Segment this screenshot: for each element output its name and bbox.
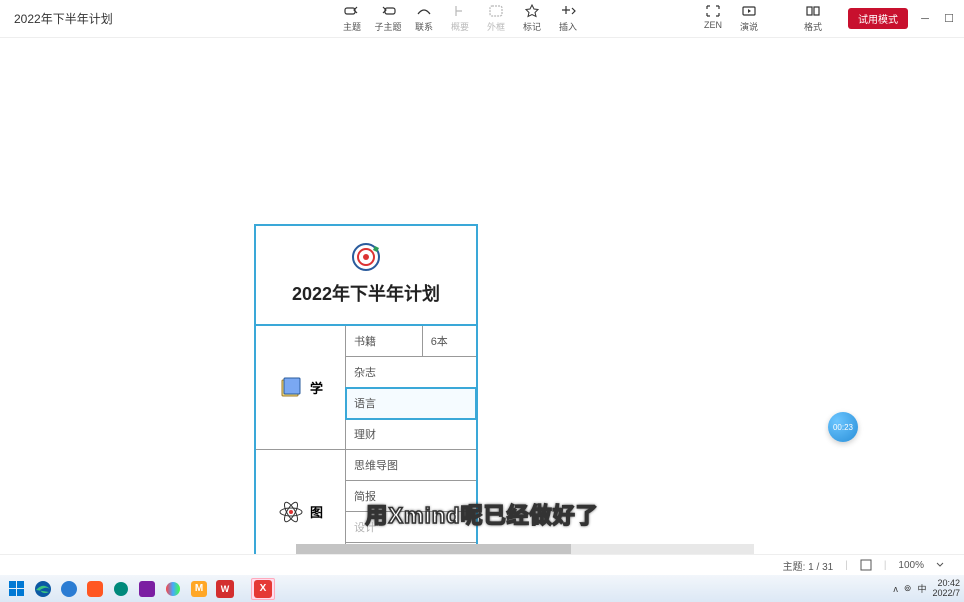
edge-icon[interactable] [31, 578, 55, 600]
tool-label: 联系 [415, 20, 433, 33]
zoom-level[interactable]: 100% [898, 560, 924, 571]
section-diagram[interactable]: 图 [256, 450, 345, 554]
subtopic-button[interactable]: 子主题 [371, 4, 405, 33]
tool-label: 演说 [740, 20, 758, 33]
horizontal-scrollbar[interactable] [296, 544, 754, 554]
mindmap-title[interactable]: 2022年下半年计划 [292, 280, 440, 306]
atom-icon [278, 499, 304, 525]
maximize-button[interactable]: ☐ [942, 12, 956, 26]
clock[interactable]: 20:42 2022/7 [932, 579, 960, 599]
tool-label: 外框 [487, 20, 505, 33]
insert-icon [560, 4, 576, 18]
app-icon-teal[interactable] [109, 578, 133, 600]
target-icon [349, 240, 383, 274]
tool-label: 插入 [559, 20, 577, 33]
subtopic-icon [380, 4, 396, 18]
minimize-button[interactable]: ─ [918, 12, 932, 26]
mm-row[interactable]: 杂志 [346, 357, 476, 388]
format-icon [805, 4, 821, 18]
pitch-icon [741, 4, 757, 18]
canvas[interactable]: 2022年下半年计划 学 图 书籍 6本 杂志 语言 理财 [0, 38, 964, 554]
tool-label: 概要 [451, 20, 469, 33]
mm-row[interactable]: 思维导图 [346, 450, 476, 481]
mm-row-selected[interactable]: 语言 [346, 388, 476, 419]
topic-count: 主题: 1 / 31 [783, 558, 834, 573]
boundary-icon [488, 4, 504, 18]
boundary-button[interactable]: 外框 [479, 4, 513, 33]
tool-label: ZEN [704, 20, 722, 30]
zoom-fit-icon[interactable] [860, 559, 872, 571]
section-study[interactable]: 学 [256, 326, 345, 450]
start-button[interactable] [5, 578, 29, 600]
mindmap-sections-column: 学 图 [256, 326, 346, 554]
mm-cell[interactable]: 6本 [423, 326, 476, 356]
tool-label: 子主题 [374, 20, 401, 33]
book-icon [278, 375, 304, 401]
ime-indicator[interactable]: 中 [917, 582, 926, 595]
summary-icon [452, 4, 468, 18]
tool-label: 格式 [804, 20, 822, 33]
tray-chevron-icon[interactable]: ᴧ [893, 584, 898, 594]
app-icon-orange[interactable] [83, 578, 107, 600]
app-icon-m[interactable]: M [187, 578, 211, 600]
scrollbar-thumb[interactable] [296, 544, 571, 554]
app-icon-rainbow[interactable] [161, 578, 185, 600]
zen-button[interactable]: ZEN [696, 4, 730, 33]
section-label: 学 [310, 378, 323, 397]
topic-button[interactable]: 主题 [335, 4, 369, 33]
insert-button[interactable]: 插入 [551, 4, 585, 33]
tool-label: 主题 [343, 20, 361, 33]
xmind-taskbar-icon[interactable]: X [251, 578, 275, 600]
trial-mode-button[interactable]: 试用模式 [848, 8, 908, 29]
video-caption: 用Xmind呢已经做好了 [365, 498, 598, 530]
marker-icon [524, 4, 540, 18]
document-title: 2022年下半年计划 [8, 10, 113, 27]
status-bar: 主题: 1 / 31 | | 100% [0, 554, 964, 575]
format-button[interactable]: 格式 [796, 4, 830, 33]
mm-row[interactable]: 书籍 6本 [346, 326, 476, 357]
mm-cell[interactable]: 理财 [346, 419, 476, 449]
relation-button[interactable]: 联系 [407, 4, 441, 33]
mm-cell[interactable]: 杂志 [346, 357, 476, 387]
app-icon-purple[interactable] [135, 578, 159, 600]
marker-button[interactable]: 标记 [515, 4, 549, 33]
zen-icon [705, 4, 721, 18]
edge-legacy-icon[interactable] [57, 578, 81, 600]
windows-taskbar[interactable]: M W X ᴧ ⊚ 中 20:42 2022/7 [0, 575, 964, 602]
tool-label: 标记 [523, 20, 541, 33]
toolbar: 主题 子主题 联系 概要 外框 标记 插入 [335, 4, 585, 33]
mindmap-header[interactable]: 2022年下半年计划 [256, 226, 476, 326]
summary-button[interactable]: 概要 [443, 4, 477, 33]
chevron-down-icon[interactable] [936, 561, 944, 569]
pitch-button[interactable]: 演说 [732, 4, 766, 33]
titlebar: 2022年下半年计划 主题 子主题 联系 概要 外框 标记 插入 [0, 0, 964, 38]
section-label: 图 [310, 502, 323, 521]
mm-cell[interactable]: 书籍 [346, 326, 423, 356]
wps-icon[interactable]: W [213, 578, 237, 600]
system-tray[interactable]: ᴧ ⊚ 中 20:42 2022/7 [893, 575, 960, 602]
wifi-icon[interactable]: ⊚ [904, 583, 912, 594]
topic-icon [344, 4, 360, 18]
relation-icon [416, 4, 432, 18]
recording-timer[interactable]: 00:23 [828, 412, 858, 442]
mm-row[interactable]: 理财 [346, 419, 476, 450]
toolbar-right: ZEN 演说 格式 试用模式 ─ ☐ [696, 4, 956, 33]
mm-cell[interactable]: 语言 [346, 388, 476, 418]
mm-cell[interactable]: 思维导图 [346, 450, 476, 480]
